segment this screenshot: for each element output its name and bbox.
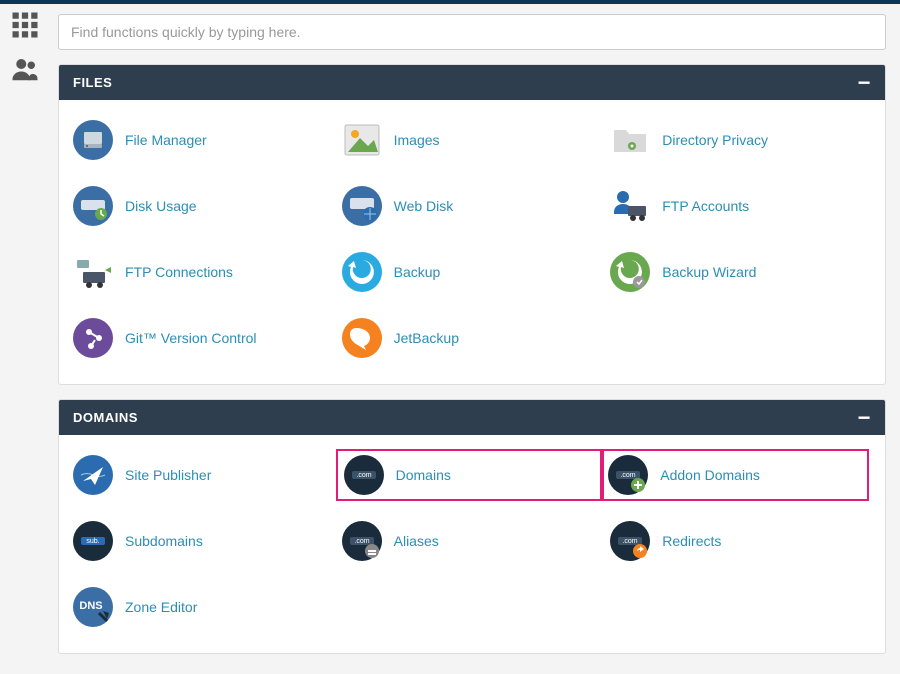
disk-usage-icon xyxy=(73,186,113,226)
item-label: Disk Usage xyxy=(125,198,197,214)
item-label: Backup xyxy=(394,264,441,280)
panel-files: FILES − File Manager Images xyxy=(58,64,886,385)
item-domains[interactable]: .com Domains xyxy=(336,449,605,501)
item-backup-wizard[interactable]: Backup Wizard xyxy=(606,246,875,298)
item-redirects[interactable]: .com Redirects xyxy=(606,515,875,567)
addon-domains-icon: .com xyxy=(608,455,648,495)
panel-header-files[interactable]: FILES − xyxy=(59,65,885,100)
item-label: Redirects xyxy=(662,533,721,549)
web-disk-icon xyxy=(342,186,382,226)
site-publisher-icon xyxy=(73,455,113,495)
ftp-accounts-icon xyxy=(610,186,650,226)
item-label: Addon Domains xyxy=(660,467,760,483)
collapse-icon[interactable]: − xyxy=(858,413,871,423)
svg-text:.com: .com xyxy=(621,472,636,479)
panel-title: DOMAINS xyxy=(73,410,138,425)
item-site-publisher[interactable]: Site Publisher xyxy=(69,449,338,501)
images-icon xyxy=(342,120,382,160)
svg-text:.com: .com xyxy=(356,472,371,479)
item-disk-usage[interactable]: Disk Usage xyxy=(69,180,338,232)
panel-title: FILES xyxy=(73,75,112,90)
item-label: Site Publisher xyxy=(125,467,211,483)
item-backup[interactable]: Backup xyxy=(338,246,607,298)
redirects-icon: .com xyxy=(610,521,650,561)
item-zone-editor[interactable]: DNS Zone Editor xyxy=(69,581,338,633)
item-label: Backup Wizard xyxy=(662,264,756,280)
svg-text:sub.: sub. xyxy=(86,538,99,545)
item-directory-privacy[interactable]: Directory Privacy xyxy=(606,114,875,166)
item-label: Zone Editor xyxy=(125,599,197,615)
item-label: Web Disk xyxy=(394,198,454,214)
item-label: Images xyxy=(394,132,440,148)
zone-editor-icon: DNS xyxy=(73,587,113,627)
svg-text:DNS: DNS xyxy=(79,600,102,612)
panel-header-domains[interactable]: DOMAINS − xyxy=(59,400,885,435)
ftp-connections-icon xyxy=(73,252,113,292)
item-web-disk[interactable]: Web Disk xyxy=(338,180,607,232)
item-label: Subdomains xyxy=(125,533,203,549)
item-label: FTP Connections xyxy=(125,264,233,280)
item-label: FTP Accounts xyxy=(662,198,749,214)
directory-privacy-icon xyxy=(610,120,650,160)
collapse-icon[interactable]: − xyxy=(858,78,871,88)
subdomains-icon: sub. xyxy=(73,521,113,561)
item-label: Domains xyxy=(396,467,451,483)
item-aliases[interactable]: .com Aliases xyxy=(338,515,607,567)
item-label: File Manager xyxy=(125,132,207,148)
git-icon xyxy=(73,318,113,358)
apps-grid-icon[interactable] xyxy=(10,10,40,40)
item-subdomains[interactable]: sub. Subdomains xyxy=(69,515,338,567)
backup-wizard-icon xyxy=(610,252,650,292)
content-area: FILES − File Manager Images xyxy=(50,4,900,674)
backup-icon xyxy=(342,252,382,292)
item-jetbackup[interactable]: JetBackup xyxy=(338,312,607,364)
panel-domains: DOMAINS − Site Publisher .com xyxy=(58,399,886,654)
domains-icon: .com xyxy=(344,455,384,495)
item-label: Git™ Version Control xyxy=(125,330,257,346)
file-manager-icon xyxy=(73,120,113,160)
sidebar xyxy=(0,4,50,674)
item-label: Aliases xyxy=(394,533,439,549)
item-git[interactable]: Git™ Version Control xyxy=(69,312,338,364)
item-label: Directory Privacy xyxy=(662,132,768,148)
item-ftp-accounts[interactable]: FTP Accounts xyxy=(606,180,875,232)
item-ftp-connections[interactable]: FTP Connections xyxy=(69,246,338,298)
search-input[interactable] xyxy=(58,14,886,50)
users-icon[interactable] xyxy=(10,54,40,84)
item-file-manager[interactable]: File Manager xyxy=(69,114,338,166)
svg-text:.com: .com xyxy=(623,538,638,545)
aliases-icon: .com xyxy=(342,521,382,561)
item-label: JetBackup xyxy=(394,330,459,346)
item-images[interactable]: Images xyxy=(338,114,607,166)
svg-text:.com: .com xyxy=(354,538,369,545)
jetbackup-icon xyxy=(342,318,382,358)
item-addon-domains[interactable]: .com Addon Domains xyxy=(600,449,869,501)
